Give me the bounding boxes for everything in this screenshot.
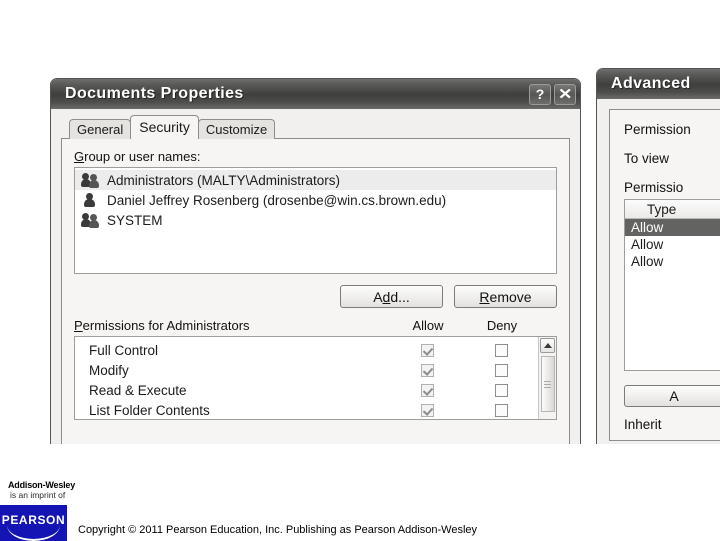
pearson-swoosh-icon [7,525,60,541]
user-action-buttons: Ad d... Remove [74,285,557,308]
allow-cell [390,343,464,357]
pearson-logo: PEARSON [0,505,67,541]
table-row[interactable]: Read & Execute [75,380,538,400]
dialog-stage: Documents Properties ? ✕ General Securit… [0,0,720,444]
list-item-label: Administrators (MALTY\Administrators) [107,172,341,188]
remove-button-accel: R [479,288,490,305]
documents-properties-dialog: Documents Properties ? ✕ General Securit… [50,78,581,444]
table-row[interactable]: Allow [625,219,720,236]
table-row[interactable]: Modify [75,360,538,380]
advanced-titlebar[interactable]: Advanced [597,69,720,99]
remove-button[interactable]: Remove [454,285,557,308]
allow-checkbox[interactable] [420,343,434,357]
tab-security[interactable]: Security [130,115,199,139]
deny-cell [464,383,538,397]
permissions-listbox[interactable]: Full Control Modify Read & Execute List … [74,336,557,420]
group-user-listbox[interactable]: Administrators (MALTY\Administrators) Da… [74,167,557,274]
copyright-notice: Copyright © 2011 Pearson Education, Inc.… [78,524,478,536]
entry-type: Allow [631,220,664,235]
deny-cell [464,403,538,417]
list-item-label: Daniel Jeffrey Rosenberg (drosenbe@win.c… [107,192,447,208]
imprint-line-2: is an imprint of [10,489,66,500]
permission-name: Full Control [89,342,159,358]
advanced-line-2: To view [624,151,670,166]
advanced-add-button[interactable]: A [624,385,720,407]
column-header-type[interactable]: Type [625,200,720,219]
scrollbar-thumb[interactable] [540,356,555,412]
allow-checkbox[interactable] [420,383,434,397]
column-header-deny: Deny [486,318,518,333]
deny-checkbox[interactable] [494,343,508,357]
group-users-icon [81,212,100,228]
allow-checkbox[interactable] [420,363,434,377]
table-row[interactable]: Full Control [75,340,538,360]
security-tab-panel: Group or user names: Administrators (MAL… [61,138,570,444]
allow-cell [390,363,464,377]
permissions-label-rest: ermissions for Administrators [82,318,250,333]
advanced-security-settings-dialog: Advanced Permission To view Permissio Ty… [596,68,720,444]
entry-type: Allow [631,254,664,269]
deny-cell [464,363,538,377]
list-item[interactable]: SYSTEM [75,210,556,230]
scroll-up-arrow-icon[interactable] [540,338,555,353]
permission-name: Modify [89,362,129,378]
inherit-checkbox-label: Inherit [624,417,662,432]
advanced-panel: Permission To view Permissio Type Allow … [609,109,720,441]
table-row[interactable]: List Folder Contents [75,400,538,419]
column-header-allow: Allow [412,318,444,333]
tab-customize[interactable]: Customize [197,119,276,139]
properties-body: General Security Customize Group or user… [51,109,580,444]
permissions-label-accel: P [74,318,83,333]
group-label-rest: roup or user names: [84,149,201,164]
advanced-line-1: Permission [624,122,691,137]
group-or-user-names-label: Group or user names: [74,149,557,164]
group-label-accel: G [74,149,85,164]
single-user-icon [81,192,100,208]
help-button[interactable]: ? [529,83,551,105]
advanced-line-3: Permissio [624,180,684,195]
list-item-label: SYSTEM [107,212,163,228]
deny-checkbox[interactable] [494,403,508,417]
permission-name: List Folder Contents [89,402,210,418]
properties-titlebar[interactable]: Documents Properties ? ✕ [51,79,580,109]
permission-name: Read & Execute [89,382,187,398]
list-item[interactable]: Daniel Jeffrey Rosenberg (drosenbe@win.c… [75,190,556,210]
permissions-scrollbar[interactable] [538,337,556,419]
table-row[interactable]: Allow [625,236,720,253]
close-icon[interactable]: ✕ [554,83,576,105]
thumb-grip-icon [544,379,551,390]
permissions-for-label: Permissions for Administrators [74,318,391,333]
tab-strip: General Security Customize [61,115,570,139]
titlebar-button-group: ? ✕ [529,83,576,105]
up-arrow-glyph [543,343,552,348]
close-glyph: ✕ [557,85,573,103]
table-row[interactable]: Allow [625,253,720,270]
deny-checkbox[interactable] [494,383,508,397]
add-button[interactable]: Ad d... [340,285,443,308]
entry-type: Allow [631,237,664,252]
add-button-accel: d [382,288,391,305]
deny-cell [464,343,538,357]
addison-wesley-imprint: Addison-Wesley is an imprint of [8,480,75,500]
permissions-header: Permissions for Administrators Allow Den… [74,318,557,333]
page-footer: Addison-Wesley is an imprint of PEARSON … [0,444,720,541]
allow-checkbox[interactable] [420,403,434,417]
allow-cell [390,403,464,417]
permission-rows: Full Control Modify Read & Execute List … [75,337,538,419]
allow-cell [390,383,464,397]
group-users-icon [81,172,100,188]
tab-general[interactable]: General [69,119,132,139]
advanced-title: Advanced [611,75,691,92]
properties-title: Documents Properties [65,85,244,102]
advanced-body: Permission To view Permissio Type Allow … [597,99,720,441]
advanced-permission-entries-listbox[interactable]: Type Allow Allow Allow [624,199,720,371]
deny-checkbox[interactable] [494,363,508,377]
list-item[interactable]: Administrators (MALTY\Administrators) [75,170,556,190]
